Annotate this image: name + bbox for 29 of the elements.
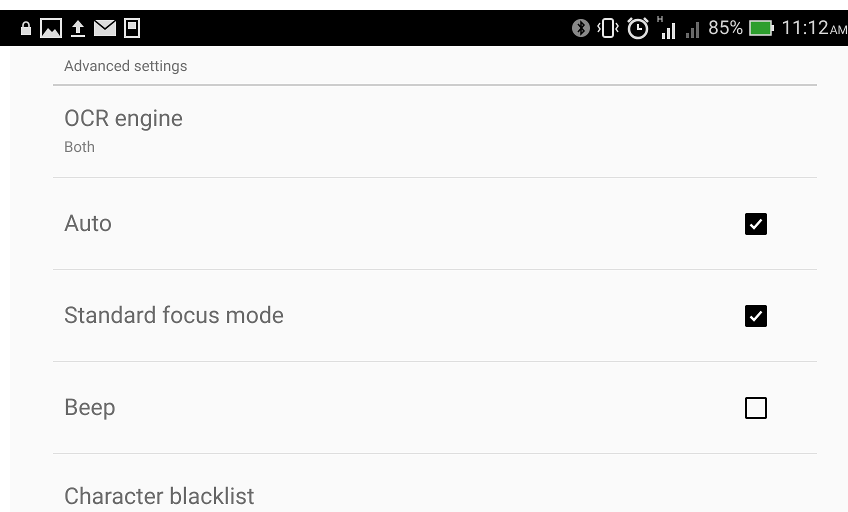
checkmark-icon: [749, 310, 763, 322]
settings-row[interactable]: Standard focus mode: [53, 270, 817, 362]
settings-row[interactable]: Character blacklist: [53, 454, 817, 512]
setting-title: Character blacklist: [64, 482, 255, 512]
image-icon: [40, 18, 62, 38]
checkbox[interactable]: [745, 304, 767, 326]
checkbox[interactable]: [745, 212, 767, 234]
alarm-icon: [626, 16, 650, 40]
mail-icon: [94, 20, 116, 36]
settings-row[interactable]: OCR engine Both: [53, 86, 817, 178]
checkbox[interactable]: [745, 396, 767, 418]
settings-row[interactable]: Beep: [53, 362, 817, 454]
battery-icon: [749, 20, 776, 36]
setting-title: Auto: [64, 208, 112, 238]
clock-am-pm: AM: [830, 22, 848, 39]
clock-time: 11:12: [781, 14, 829, 41]
setting-summary: Both: [64, 137, 96, 158]
setting-title: Beep: [64, 392, 116, 422]
checkmark-icon: [749, 218, 763, 230]
settings-row[interactable]: Auto: [53, 178, 817, 270]
section-header: Advanced settings: [63, 57, 188, 75]
setting-title: OCR engine: [64, 104, 183, 134]
setting-title: Standard focus mode: [64, 300, 284, 330]
bluetooth-icon: [572, 18, 590, 38]
battery-percentage: 85%: [708, 14, 744, 41]
vibrate-icon: [596, 17, 620, 39]
upload-icon: [70, 18, 86, 38]
sim-card-icon: [124, 18, 140, 38]
lock-icon: [20, 20, 32, 36]
